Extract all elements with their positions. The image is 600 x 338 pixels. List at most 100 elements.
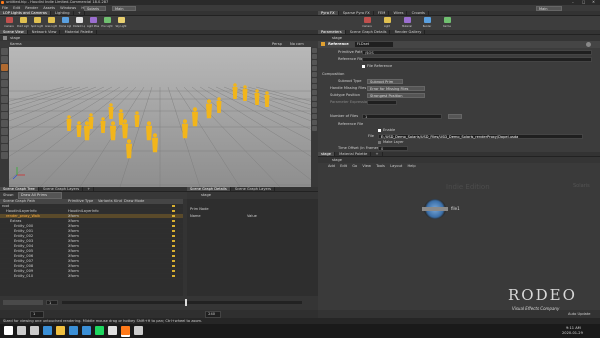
clock-time[interactable]: 9:11 AM: [566, 326, 581, 330]
handle-missing-dropdown[interactable]: Error for Missing Files: [367, 86, 425, 91]
network-menu-go[interactable]: Go: [352, 164, 357, 168]
desktop-selector[interactable]: Solaris: [84, 5, 106, 11]
shelf-tool[interactable]: Camera: [3, 17, 15, 28]
frame-field[interactable]: 1: [46, 300, 58, 305]
timeline-playhead[interactable]: [185, 299, 187, 306]
viewport-tool-button[interactable]: [1, 72, 8, 79]
play-controls[interactable]: [3, 300, 43, 305]
shelf-tab-add[interactable]: +: [75, 11, 85, 15]
right-shelf-tool[interactable]: Light: [378, 17, 396, 28]
shelf-tool[interactable]: Dome Light: [59, 17, 71, 28]
right-shelf-tab-sparse-pyro[interactable]: Sparse Pyro FX: [340, 11, 374, 15]
display-option-button[interactable]: [312, 90, 317, 95]
visibility-icon[interactable]: [172, 250, 175, 252]
shelf-tool[interactable]: Distant Light: [73, 17, 85, 28]
tab-material-palette[interactable]: Material Palette: [62, 30, 97, 34]
viewport-tool-button[interactable]: [1, 48, 8, 55]
renderer-label[interactable]: Karma: [10, 42, 22, 46]
tab-network-material-palette[interactable]: Material Palette: [336, 152, 372, 156]
tab-network-stage[interactable]: stage: [318, 152, 335, 156]
visibility-icon[interactable]: [172, 225, 175, 227]
shelf-tool[interactable]: Env Light: [101, 17, 113, 28]
visibility-icon[interactable]: [172, 230, 175, 232]
right-shelf-tab-fem[interactable]: FEM: [375, 11, 390, 15]
taskbar-explorer-icon[interactable]: [56, 326, 65, 335]
menu-file[interactable]: File: [2, 6, 8, 10]
visibility-icon[interactable]: [172, 270, 175, 272]
start-frame-field[interactable]: 1: [30, 311, 44, 318]
parameters-path[interactable]: stage: [332, 36, 342, 40]
file-path-field[interactable]: E:/USD_Demo_Solaris/USD_Files/USD_Demo_S…: [378, 134, 583, 139]
visibility-icon[interactable]: [172, 275, 175, 277]
gear-icon[interactable]: [586, 42, 591, 47]
right-shelf-tool[interactable]: Material: [398, 17, 416, 28]
visibility-icon[interactable]: [172, 260, 175, 262]
taskbar-edge-icon[interactable]: [43, 326, 52, 335]
tab-details-layers[interactable]: Scene Graph Layers: [232, 187, 276, 191]
visibility-icon[interactable]: [172, 240, 175, 242]
viewport-tool-button[interactable]: [1, 144, 8, 151]
network-menu-layout[interactable]: Layout: [390, 164, 402, 168]
display-option-button[interactable]: [312, 120, 317, 125]
visibility-icon[interactable]: [172, 210, 175, 212]
viewport-tool-button[interactable]: [1, 152, 8, 159]
taskbar-houdini-icon[interactable]: [121, 326, 130, 335]
reference-file-field[interactable]: [362, 57, 592, 62]
make-layer-checkbox[interactable]: [378, 141, 381, 144]
right-shelf-tool[interactable]: Camera: [358, 17, 376, 28]
menu-render[interactable]: Render: [25, 6, 38, 10]
taskbar-windows-start-icon[interactable]: [4, 326, 13, 335]
taskbar-mail-icon[interactable]: [82, 326, 91, 335]
viewport-tool-button[interactable]: [1, 136, 8, 143]
menu-windows[interactable]: Windows: [60, 6, 76, 10]
viewport-tool-button[interactable]: [1, 104, 8, 111]
display-option-button[interactable]: [312, 108, 317, 113]
clock-date[interactable]: 2020-01-29: [562, 331, 583, 335]
tab-scene-graph-layers[interactable]: Scene Graph Layers: [40, 187, 84, 191]
viewport-tool-button[interactable]: [1, 56, 8, 63]
right-shelf-tab-pyro[interactable]: Pyro FX: [318, 11, 339, 15]
right-shelf-tool[interactable]: Karma: [438, 17, 456, 28]
display-option-button[interactable]: [312, 114, 317, 119]
display-option-button[interactable]: [312, 66, 317, 71]
viewport-tool-button[interactable]: [1, 112, 8, 119]
time-offset-field[interactable]: 0: [378, 146, 408, 151]
tab-details[interactable]: Scene Graph Details: [187, 187, 231, 191]
details-path[interactable]: stage: [201, 193, 211, 197]
display-option-button[interactable]: [312, 60, 317, 65]
enable-checkbox[interactable]: [378, 129, 381, 132]
viewport-path[interactable]: stage: [10, 36, 20, 40]
network-path[interactable]: stage: [332, 158, 342, 162]
shelf-tab-lop-lights[interactable]: LOP Lights and Cameras: [0, 11, 51, 15]
shelf-tool[interactable]: Sky Light: [115, 17, 127, 28]
visibility-icon[interactable]: [172, 215, 175, 217]
viewport-tool-button[interactable]: [1, 88, 8, 95]
display-option-button[interactable]: [312, 72, 317, 77]
shelf-tab-lighting[interactable]: Lighting: [52, 11, 74, 15]
visibility-icon[interactable]: [172, 205, 175, 207]
node-name-field[interactable]: FLDset: [353, 41, 394, 48]
taskbar-task-view-icon[interactable]: [30, 326, 39, 335]
subtype-position-dropdown[interactable]: Strongest Position: [367, 93, 425, 98]
end-frame-field[interactable]: 240: [205, 311, 222, 318]
tab-parameters[interactable]: Parameters: [318, 30, 346, 34]
taskbar-spotify-icon[interactable]: [95, 326, 104, 335]
tab-scene-graph-details[interactable]: Scene Graph Details: [347, 30, 391, 34]
parameter-expression-field[interactable]: [367, 100, 397, 105]
taskbar-search-icon[interactable]: [17, 326, 26, 335]
visibility-icon[interactable]: [172, 245, 175, 247]
display-option-button[interactable]: [312, 48, 317, 53]
tab-scene-graph-tree[interactable]: Scene Graph Tree: [0, 187, 39, 191]
display-option-button[interactable]: [312, 84, 317, 89]
viewport-tool-button[interactable]: [1, 120, 8, 127]
visibility-icon[interactable]: [172, 235, 175, 237]
network-menu-add[interactable]: Add: [328, 164, 335, 168]
display-option-button[interactable]: [312, 96, 317, 101]
tab-render-gallery[interactable]: Render Gallery: [392, 30, 426, 34]
visibility-icon[interactable]: [172, 255, 175, 257]
tab-network-view[interactable]: Network View: [29, 30, 61, 34]
shelf-tool[interactable]: Area Light: [45, 17, 57, 28]
display-option-button[interactable]: [312, 78, 317, 83]
table-row[interactable]: Entity_010 Xform: [0, 274, 183, 279]
display-option-button[interactable]: [312, 126, 317, 131]
